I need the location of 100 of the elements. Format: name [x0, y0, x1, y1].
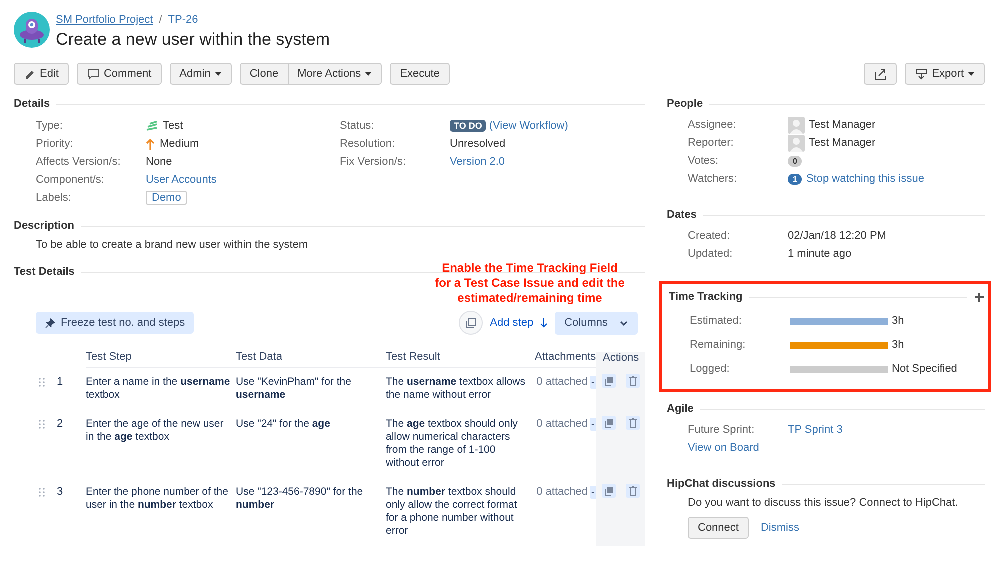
toolbar-button[interactable]: Execute	[390, 63, 450, 85]
table-cell-text: Use "KevinPham" for the username	[236, 376, 352, 402]
field-label: Priority:	[36, 138, 74, 150]
view-workflow-link[interactable]: (View Workflow)	[489, 120, 568, 132]
section-heading: Description	[14, 220, 75, 232]
caret-icon	[365, 72, 372, 76]
copy-icon	[604, 376, 614, 386]
breadcrumb-separator: /	[159, 14, 162, 26]
delete-step-button[interactable]	[626, 484, 640, 498]
copy-icon	[604, 418, 614, 428]
pencil-icon	[24, 68, 36, 80]
add-step-link[interactable]: Add step	[490, 317, 548, 329]
field-label: Reporter:	[688, 137, 735, 149]
connect-button[interactable]: Connect	[688, 517, 749, 539]
field-label: Logged:	[690, 363, 731, 375]
field-link[interactable]: User Accounts	[146, 174, 217, 186]
column-header: Test Data	[236, 343, 386, 368]
table-cell-text: Enter the phone number of the user in the number textbox	[86, 486, 230, 512]
breadcrumb-link[interactable]: TP-26	[168, 14, 198, 26]
attach-button[interactable]: -	[590, 376, 596, 389]
copy-button[interactable]	[459, 311, 484, 335]
speech-bubble-icon	[86, 68, 100, 80]
section-heading: Test Details	[14, 266, 75, 278]
field-label: Updated:	[688, 248, 734, 260]
clone-step-button[interactable]	[602, 416, 616, 430]
trash-icon	[629, 418, 637, 428]
section-heading: HipChat discussions	[667, 478, 776, 490]
chevron-down-icon	[620, 320, 628, 326]
field-label: Fix Version/s:	[340, 156, 408, 168]
section-heading: Time Tracking	[669, 291, 743, 303]
field-label: Created:	[688, 230, 732, 242]
project-avatar-icon	[14, 12, 50, 48]
field-label: Status:	[340, 120, 376, 132]
annotation-text: Enable the Time Tracking Field for a Test Case Issue and edit the estimated/remaining time	[434, 261, 626, 306]
field-value: None	[146, 156, 172, 168]
column-header: Test Result	[386, 343, 535, 368]
sprint-link[interactable]: TP Sprint 3	[788, 424, 843, 436]
dismiss-link[interactable]: Dismiss	[760, 522, 800, 534]
freeze-button[interactable]: Freeze test no. and steps	[36, 312, 194, 334]
field-label: Component/s:	[36, 174, 106, 186]
view-on-board-link[interactable]: View on Board	[688, 442, 760, 454]
field-label: Affects Version/s:	[36, 156, 122, 168]
attachment-count: 0 attached	[536, 376, 588, 388]
caret-icon	[214, 72, 222, 76]
trash-icon	[629, 486, 637, 496]
toolbar-button[interactable]: Edit	[14, 63, 69, 85]
time-value: 3h	[892, 315, 904, 327]
attach-button[interactable]: -	[590, 486, 596, 499]
field-value: Unresolved	[450, 138, 506, 150]
field-link[interactable]: Version 2.0	[450, 156, 506, 168]
stop-watching-link[interactable]: Stop watching this issue	[806, 173, 924, 185]
clone-step-button[interactable]	[602, 374, 616, 388]
test-type-icon	[146, 121, 158, 131]
toolbar-button[interactable]: Clone	[240, 63, 289, 85]
breadcrumb-link[interactable]: SM Portfolio Project	[56, 14, 154, 26]
table-cell-text: Use "123-456-7890" for the number	[236, 486, 364, 512]
label-tag[interactable]: Demo	[146, 191, 188, 205]
section-heading: Agile	[667, 403, 694, 415]
date-value: 1 minute ago	[788, 248, 852, 260]
user-name: Test Manager	[809, 137, 876, 149]
drag-handle-icon	[39, 378, 45, 387]
watcher-count: 1	[788, 174, 802, 184]
section-heading: Dates	[667, 209, 697, 221]
field-label: Resolution:	[340, 138, 396, 150]
delete-step-button[interactable]	[626, 416, 640, 430]
section-heading: Details	[14, 98, 50, 110]
time-value: Not Specified	[892, 363, 958, 375]
copy-icon	[604, 486, 614, 496]
field-value: Test	[163, 120, 184, 132]
description-text: To be able to create a brand new user within the system	[36, 239, 310, 251]
copy-icon	[466, 318, 477, 328]
date-value: 02/Jan/18 12:20 PM	[788, 230, 886, 242]
field-value: Medium	[160, 138, 200, 150]
field-label: Assignee:	[688, 119, 738, 131]
status-lozenge: TO DO	[450, 120, 486, 132]
table-cell-text: The number textbox should only allow the correct format for a phone number without error	[386, 486, 518, 538]
attachment-count: 0 attached	[536, 486, 588, 498]
table-cell-text: The username textbox allows the name without error	[386, 376, 526, 402]
table-cell-text: Use "24" for the age	[236, 418, 332, 431]
field-label: Type:	[36, 120, 64, 132]
hipchat-text: Do you want to discuss this issue? Connect to HipChat.	[688, 497, 960, 509]
share-button[interactable]	[864, 63, 898, 85]
table-cell-text: The age textbox should only allow numerical characters from the range of 1-100 without error	[386, 418, 519, 470]
toolbar-button[interactable]: Admin	[170, 63, 232, 85]
step-number: 1	[57, 376, 64, 388]
columns-button[interactable]: Columns	[554, 312, 638, 334]
toolbar-button[interactable]: Comment	[76, 63, 162, 85]
step-number: 2	[57, 418, 64, 430]
delete-step-button[interactable]	[626, 374, 640, 388]
section-heading: People	[667, 98, 704, 110]
drag-handle-icon	[39, 488, 45, 497]
toolbar-button[interactable]: More Actions	[288, 63, 382, 85]
vote-count: 0	[788, 156, 802, 166]
share-icon	[874, 68, 888, 80]
attach-button[interactable]: -	[590, 418, 596, 431]
export-icon	[915, 68, 928, 80]
toolbar-button[interactable]: Export	[905, 63, 985, 85]
clone-step-button[interactable]	[602, 484, 616, 498]
field-label: Watchers:	[688, 173, 738, 185]
attachment-count: 0 attached	[536, 418, 588, 430]
